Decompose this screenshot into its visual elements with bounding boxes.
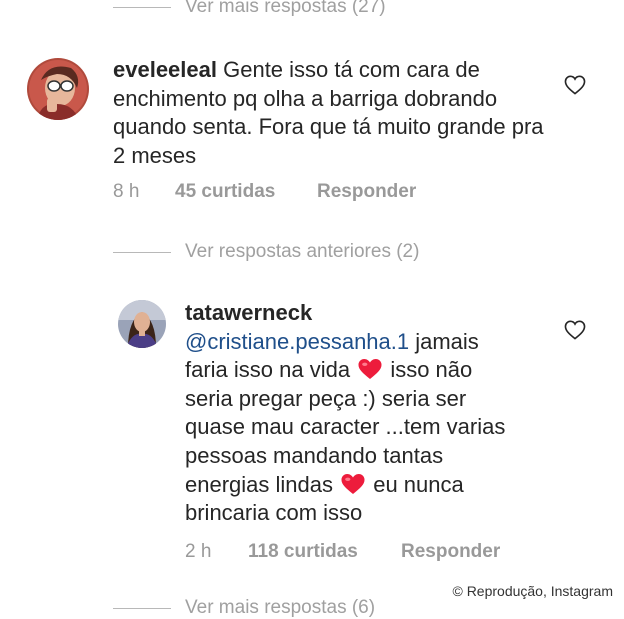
- comment-username[interactable]: eveleeleal: [113, 57, 217, 82]
- red-heart-emoji: [341, 473, 365, 494]
- comment-likes[interactable]: 118 curtidas: [248, 541, 401, 563]
- thread-line: [113, 6, 171, 8]
- comment-time: 2 h: [185, 541, 212, 562]
- comment-eveleeleal: eveleeleal Gente isso tá com cara de enc…: [113, 56, 558, 170]
- heart-outline-icon[interactable]: [564, 320, 586, 340]
- heart-outline-icon[interactable]: [564, 75, 586, 95]
- view-previous-replies[interactable]: Ver respostas anteriores (2): [113, 241, 419, 263]
- comment-meta-eveleeleal: 8 h 45 curtidas Responder: [113, 181, 416, 203]
- avatar-eveleeleal[interactable]: [27, 58, 89, 120]
- comment-tatawerneck: tatawerneck @cristiane.pessanha.1 jamais…: [185, 299, 525, 528]
- view-more-replies-label: Ver mais respostas (27): [185, 0, 386, 17]
- mention-link[interactable]: @cristiane.pessanha.1: [185, 329, 409, 354]
- view-more-replies-bottom[interactable]: Ver mais respostas (6): [113, 597, 375, 619]
- avatar-image: [27, 58, 89, 120]
- red-heart-emoji: [358, 359, 382, 380]
- comment-likes[interactable]: 45 curtidas: [175, 181, 317, 203]
- comment-time: 8 h: [113, 181, 140, 202]
- watermark: © Reprodução, Instagram: [452, 583, 613, 599]
- view-more-replies-label: Ver mais respostas (6): [185, 597, 376, 618]
- reply-button[interactable]: Responder: [401, 541, 500, 563]
- reply-button[interactable]: Responder: [317, 181, 416, 203]
- avatar-image: [118, 300, 166, 348]
- comment-username[interactable]: tatawerneck: [185, 300, 312, 325]
- view-previous-replies-label: Ver respostas anteriores (2): [185, 241, 420, 262]
- thread-line: [113, 251, 171, 253]
- view-more-replies-top[interactable]: Ver mais respostas (27): [113, 0, 386, 18]
- comment-meta-tatawerneck: 2 h 118 curtidas Responder: [185, 541, 500, 563]
- avatar-tatawerneck[interactable]: [118, 300, 166, 348]
